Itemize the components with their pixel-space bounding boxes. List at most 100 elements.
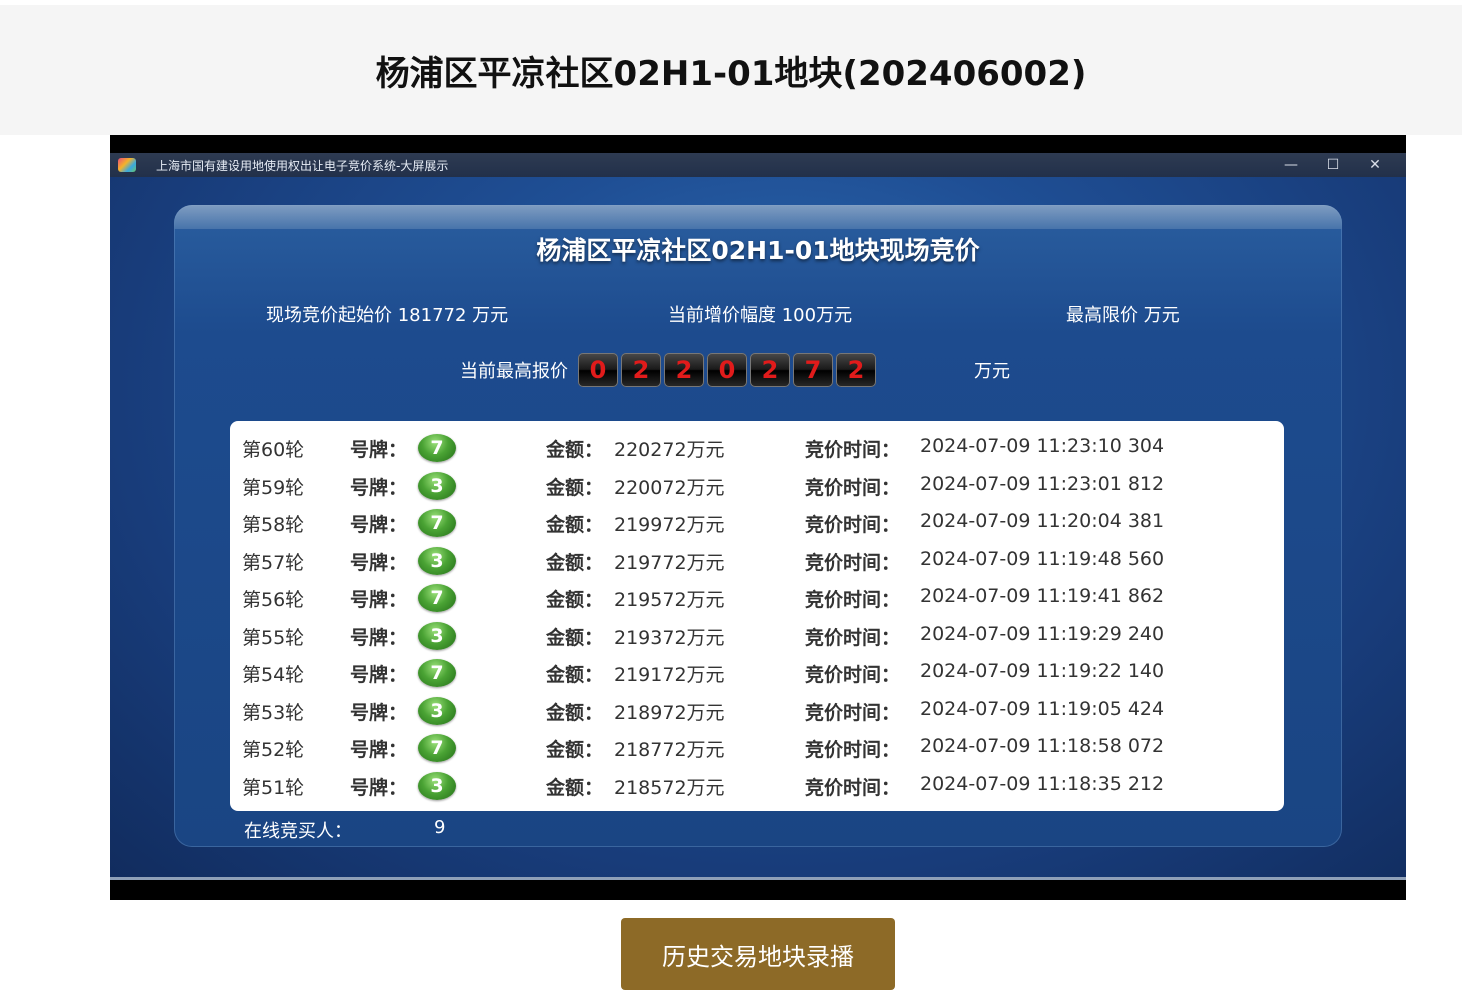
bid-digit: 2 — [750, 353, 790, 387]
highest-bid: 当前最高报价 0220272 — [460, 353, 876, 387]
bid-round: 第60轮 — [242, 439, 305, 461]
amount-label: 金额： — [546, 701, 604, 724]
page-title: 杨浦区平凉社区02H1-01地块(202406002) — [375, 53, 1087, 94]
bid-round: 第53轮 — [242, 701, 305, 724]
bid-amount: 219772万元 — [614, 551, 725, 574]
bid-digit: 0 — [707, 353, 747, 387]
time-label: 竞价时间： — [805, 626, 901, 649]
plate-number-badge: 7 — [418, 734, 456, 762]
amount-label: 金额： — [546, 776, 604, 799]
plate-number-badge: 3 — [418, 471, 456, 500]
minimize-icon[interactable]: — — [1270, 153, 1312, 177]
bid-time: 2024-07-09 11:19:41 862 — [920, 585, 1165, 607]
plate-number-badge: 3 — [418, 621, 456, 650]
plate-label: 号牌： — [350, 514, 408, 536]
bid-round: 第55轮 — [242, 626, 305, 649]
window-title: 上海市国有建设用地使用权出让电子竞价系统-大屏展示 — [156, 158, 449, 173]
time-label: 竞价时间： — [805, 439, 901, 461]
plate-label: 号牌： — [350, 476, 408, 499]
bid-time: 2024-07-09 11:23:01 812 — [920, 472, 1165, 495]
amount-label: 金额： — [546, 626, 604, 649]
plate-number-badge: 3 — [418, 546, 456, 575]
window-controls: — ☐ ✕ — [1270, 153, 1396, 177]
time-label: 竞价时间： — [805, 701, 901, 724]
bid-row: 第51轮 号牌： 金额： 218572万元 竞价时间： 2024-07-09 11:18:… — [230, 767, 1284, 804]
plate-number-badge: 7 — [418, 584, 456, 612]
app-logo-icon — [118, 158, 136, 172]
amount-label: 金额： — [546, 476, 604, 499]
bid-round: 第58轮 — [242, 514, 305, 536]
plate-label: 号牌： — [350, 439, 408, 461]
auction-heading: 杨浦区平凉社区02H1-01地块现场竞价 — [536, 236, 980, 265]
bid-row: 第57轮 号牌： 金额： 219772万元 竞价时间： 2024-07-09 11:19:… — [230, 542, 1284, 579]
bid-amount: 219972万元 — [614, 514, 725, 536]
plate-label: 号牌： — [350, 589, 408, 611]
bid-round: 第51轮 — [242, 776, 305, 799]
bid-row: 第60轮 号牌： 金额： 220272万元 竞价时间： 2024-07-09 11:23:… — [230, 429, 1284, 466]
bid-digit: 7 — [793, 353, 833, 387]
start-price: 现场竞价起始价 181772 万元 — [266, 305, 509, 326]
bid-time: 2024-07-09 11:19:05 424 — [920, 697, 1165, 720]
bid-round: 第57轮 — [242, 551, 305, 574]
player-progress-bar[interactable] — [110, 877, 1406, 880]
time-label: 竞价时间： — [805, 776, 901, 799]
maximize-icon[interactable]: ☐ — [1312, 153, 1354, 177]
max-price: 最高限价 万元 — [1066, 305, 1180, 326]
price-increment: 当前增价幅度 100万元 — [668, 305, 853, 326]
bid-round: 第54轮 — [242, 664, 305, 686]
plate-number-badge: 3 — [418, 771, 456, 800]
bid-row: 第58轮 号牌： 金额： 219972万元 竞价时间： 2024-07-09 11:20:… — [230, 504, 1284, 541]
bid-round: 第59轮 — [242, 476, 305, 499]
bid-time: 2024-07-09 11:18:58 072 — [920, 735, 1165, 757]
history-replay-button[interactable]: 历史交易地块录播 — [621, 918, 895, 990]
bid-row: 第53轮 号牌： 金额： 218972万元 竞价时间： 2024-07-09 11:19:… — [230, 692, 1284, 729]
bid-row: 第54轮 号牌： 金额： 219172万元 竞价时间： 2024-07-09 11:19:… — [230, 654, 1284, 691]
highest-bid-digits: 0220272 — [578, 353, 876, 387]
panel-rim — [174, 205, 1342, 229]
time-label: 竞价时间： — [805, 739, 901, 761]
bid-amount: 219172万元 — [614, 664, 725, 686]
auction-screen: 杨浦区平凉社区02H1-01地块现场竞价 现场竞价起始价 181772 万元 当… — [110, 177, 1406, 877]
plate-label: 号牌： — [350, 551, 408, 574]
online-bidders-label: 在线竞买人： — [244, 821, 352, 842]
bid-amount: 218972万元 — [614, 701, 725, 724]
bid-time: 2024-07-09 11:19:29 240 — [920, 622, 1165, 645]
bid-row: 第56轮 号牌： 金额： 219572万元 竞价时间： 2024-07-09 11:19:… — [230, 579, 1284, 616]
highest-bid-unit: 万元 — [974, 361, 1010, 382]
bid-row: 第55轮 号牌： 金额： 219372万元 竞价时间： 2024-07-09 11:19:… — [230, 617, 1284, 654]
amount-label: 金额： — [546, 514, 604, 536]
amount-label: 金额： — [546, 739, 604, 761]
time-label: 竞价时间： — [805, 514, 901, 536]
amount-label: 金额： — [546, 664, 604, 686]
bid-time: 2024-07-09 11:23:10 304 — [920, 435, 1165, 457]
plate-number-badge: 7 — [418, 509, 456, 537]
plate-label: 号牌： — [350, 776, 408, 799]
bid-digit: 2 — [621, 353, 661, 387]
time-label: 竞价时间： — [805, 476, 901, 499]
close-icon[interactable]: ✕ — [1354, 153, 1396, 177]
bid-time: 2024-07-09 11:18:35 212 — [920, 772, 1165, 795]
highest-bid-label: 当前最高报价 — [460, 361, 568, 382]
bid-digit: 0 — [578, 353, 618, 387]
bid-amount: 218772万元 — [614, 739, 725, 761]
bid-digit: 2 — [836, 353, 876, 387]
bid-amount: 220072万元 — [614, 476, 725, 499]
plate-label: 号牌： — [350, 701, 408, 724]
page-header: 杨浦区平凉社区02H1-01地块(202406002) — [0, 5, 1462, 135]
plate-label: 号牌： — [350, 664, 408, 686]
bid-time: 2024-07-09 11:20:04 381 — [920, 510, 1165, 532]
bid-list: 第60轮 号牌： 金额： 220272万元 竞价时间： 2024-07-09 11:23:… — [230, 421, 1284, 811]
bid-time: 2024-07-09 11:19:48 560 — [920, 547, 1165, 570]
bid-amount: 219372万元 — [614, 626, 725, 649]
amount-label: 金额： — [546, 439, 604, 461]
plate-label: 号牌： — [350, 626, 408, 649]
bid-round: 第52轮 — [242, 739, 305, 761]
amount-label: 金额： — [546, 589, 604, 611]
bid-row: 第59轮 号牌： 金额： 220072万元 竞价时间： 2024-07-09 11:23:… — [230, 467, 1284, 504]
video-player[interactable]: 上海市国有建设用地使用权出让电子竞价系统-大屏展示 — ☐ ✕ 杨浦区平凉社区0… — [110, 135, 1406, 900]
bid-row: 第52轮 号牌： 金额： 218772万元 竞价时间： 2024-07-09 11:18:… — [230, 729, 1284, 766]
bid-digit: 2 — [664, 353, 704, 387]
time-label: 竞价时间： — [805, 551, 901, 574]
plate-label: 号牌： — [350, 739, 408, 761]
window-titlebar: 上海市国有建设用地使用权出让电子竞价系统-大屏展示 — ☐ ✕ — [110, 153, 1406, 177]
